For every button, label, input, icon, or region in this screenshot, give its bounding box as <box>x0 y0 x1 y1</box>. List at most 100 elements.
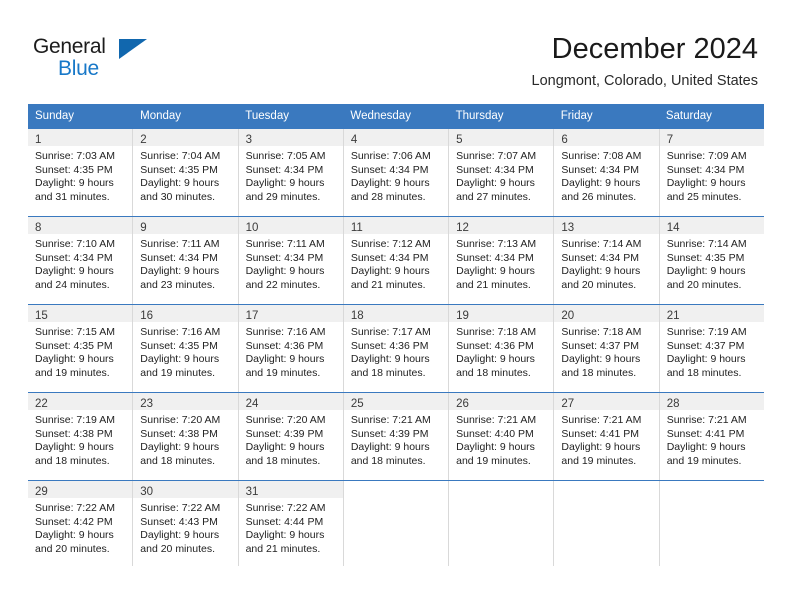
calendar-day-cell[interactable]: 7 Sunrise: 7:09 AM Sunset: 4:34 PM Daylight… <box>659 129 764 216</box>
day-number-band: 24 <box>238 393 343 410</box>
daylight-text-line1: Daylight: 9 hours <box>456 265 535 278</box>
day-info: Sunrise: 7:11 AM Sunset: 4:34 PM Daylight:… <box>239 234 343 292</box>
calendar-day-cell[interactable]: 26 Sunrise: 7:21 AM Sunset: 4:40 PM Dayligh… <box>449 393 555 480</box>
calendar-day-cell[interactable]: 9 Sunrise: 7:11 AM Sunset: 4:34 PM Daylight… <box>133 217 239 304</box>
page-header: General Blue December 2024 Longmont, Col… <box>0 0 792 100</box>
weekday-header-thursday: Thursday <box>455 110 504 122</box>
calendar-day-cell[interactable]: 15 Sunrise: 7:15 AM Sunset: 4:35 PM Dayligh… <box>28 305 134 392</box>
calendar-day-cell[interactable]: 29 Sunrise: 7:22 AM Sunset: 4:42 PM Dayligh… <box>28 481 134 566</box>
day-number: 12 <box>456 222 469 234</box>
calendar-empty-cell <box>554 481 660 566</box>
day-number: 4 <box>350 134 358 146</box>
sunrise-text: Sunrise: 7:06 AM <box>350 150 431 162</box>
calendar-day-cell[interactable]: 10 Sunrise: 7:11 AM Sunset: 4:34 PM Dayligh… <box>238 217 344 304</box>
calendar-day-cell[interactable]: 31 Sunrise: 7:22 AM Sunset: 4:44 PM Dayligh… <box>238 481 344 566</box>
weekday-header-monday: Monday <box>140 110 182 122</box>
daylight-text-line2: and 23 minutes. <box>140 278 215 291</box>
daylight-text-line2: and 18 minutes. <box>666 366 742 379</box>
day-info: Sunrise: 7:12 AM Sunset: 4:34 PM Daylight:… <box>344 234 448 292</box>
calendar-day-cell[interactable]: 18 Sunrise: 7:17 AM Sunset: 4:36 PM Dayligh… <box>343 305 450 392</box>
day-number: 3 <box>245 134 252 146</box>
sunset-text: Sunset: 4:35 PM <box>666 251 745 264</box>
calendar-day-cell[interactable]: 6 Sunrise: 7:08 AM Sunset: 4:34 PM Daylight… <box>554 129 660 216</box>
day-number: 15 <box>35 310 48 322</box>
calendar-day-cell[interactable]: 14 Sunrise: 7:14 AM Sunset: 4:35 PM Dayligh… <box>659 217 764 304</box>
calendar-day-cell[interactable]: 25 Sunrise: 7:21 AM Sunset: 4:39 PM Dayligh… <box>343 393 450 480</box>
daylight-text-line1: Daylight: 9 hours <box>350 441 430 454</box>
weekday-header-tuesday: Tuesday <box>245 110 289 122</box>
sunset-text: Sunset: 4:39 PM <box>350 427 429 440</box>
brand-name-bottom: Blue <box>58 57 99 80</box>
calendar-day-cell[interactable]: 17 Sunrise: 7:16 AM Sunset: 4:36 PM Dayligh… <box>238 305 344 392</box>
day-info: Sunrise: 7:19 AM Sunset: 4:37 PM Daylight:… <box>660 322 764 380</box>
day-info: Sunrise: 7:08 AM Sunset: 4:34 PM Daylight:… <box>554 146 658 204</box>
daylight-text-line1: Daylight: 9 hours <box>666 353 746 366</box>
calendar-day-cell[interactable]: 8 Sunrise: 7:10 AM Sunset: 4:34 PM Daylight… <box>28 217 134 304</box>
sunrise-text: Sunrise: 7:11 AM <box>245 238 325 250</box>
calendar-day-cell[interactable]: 20 Sunrise: 7:18 AM Sunset: 4:37 PM Dayligh… <box>554 305 660 392</box>
day-number: 26 <box>456 398 469 410</box>
calendar-day-cell[interactable]: 22 Sunrise: 7:19 AM Sunset: 4:38 PM Dayligh… <box>28 393 134 480</box>
day-number-band <box>343 481 449 498</box>
calendar-day-cell[interactable]: 1 Sunrise: 7:03 AM Sunset: 4:35 PM Daylight… <box>28 129 134 216</box>
day-number-band: 30 <box>133 481 238 498</box>
daylight-text-line1: Daylight: 9 hours <box>140 353 220 366</box>
daylight-text-line1: Daylight: 9 hours <box>561 265 641 278</box>
day-number: 24 <box>245 398 259 410</box>
sunset-text: Sunset: 4:42 PM <box>35 515 113 528</box>
calendar-day-cell[interactable]: 4 Sunrise: 7:06 AM Sunset: 4:34 PM Daylight… <box>343 129 450 216</box>
day-number-band: 31 <box>238 481 343 498</box>
day-number-band: 5 <box>449 129 554 146</box>
calendar-day-cell[interactable]: 30 Sunrise: 7:22 AM Sunset: 4:43 PM Dayligh… <box>133 481 239 566</box>
sunrise-text: Sunrise: 7:21 AM <box>666 414 747 426</box>
daylight-text-line1: Daylight: 9 hours <box>245 441 325 454</box>
calendar-day-cell[interactable]: 12 Sunrise: 7:13 AM Sunset: 4:34 PM Dayligh… <box>449 217 555 304</box>
daylight-text-line1: Daylight: 9 hours <box>35 529 114 542</box>
day-number-band: 20 <box>554 305 659 322</box>
daylight-text-line1: Daylight: 9 hours <box>140 265 220 278</box>
daylight-text-line2: and 20 minutes. <box>35 542 110 555</box>
calendar-day-cell[interactable]: 11 Sunrise: 7:12 AM Sunset: 4:34 PM Dayligh… <box>343 217 450 304</box>
calendar-day-cell[interactable]: 19 Sunrise: 7:18 AM Sunset: 4:36 PM Dayligh… <box>449 305 555 392</box>
day-number-band: 28 <box>659 393 764 410</box>
sunset-text: Sunset: 4:34 PM <box>561 163 640 176</box>
day-number: 27 <box>561 398 575 410</box>
sunrise-text: Sunrise: 7:19 AM <box>35 414 115 426</box>
day-number-band <box>449 481 554 498</box>
day-info: Sunrise: 7:03 AM Sunset: 4:35 PM Daylight:… <box>28 146 132 204</box>
weekday-header-sunday: Sunday <box>35 110 75 122</box>
calendar-day-cell[interactable]: 21 Sunrise: 7:19 AM Sunset: 4:37 PM Dayligh… <box>659 305 764 392</box>
page-subtitle: Longmont, Colorado, United States <box>531 73 759 89</box>
calendar-day-cell[interactable]: 28 Sunrise: 7:21 AM Sunset: 4:41 PM Dayligh… <box>659 393 764 480</box>
calendar-day-cell[interactable]: 16 Sunrise: 7:16 AM Sunset: 4:35 PM Dayligh… <box>133 305 239 392</box>
daylight-text-line2: and 19 minutes. <box>561 454 637 467</box>
weekday-header-friday: Friday <box>560 110 593 122</box>
calendar-day-cell[interactable]: 2 Sunrise: 7:04 AM Sunset: 4:35 PM Daylight… <box>133 129 239 216</box>
daylight-text-line2: and 30 minutes. <box>140 190 215 203</box>
day-info: Sunrise: 7:17 AM Sunset: 4:36 PM Daylight:… <box>344 322 448 380</box>
calendar-day-cell[interactable]: 3 Sunrise: 7:05 AM Sunset: 4:34 PM Daylight… <box>238 129 344 216</box>
day-info: Sunrise: 7:09 AM Sunset: 4:34 PM Daylight:… <box>660 146 764 204</box>
sunrise-text: Sunrise: 7:22 AM <box>245 502 326 514</box>
brand-logo[interactable]: General Blue <box>33 36 153 82</box>
daylight-text-line2: and 20 minutes. <box>140 542 215 555</box>
day-number: 8 <box>35 222 42 234</box>
calendar-day-cell[interactable]: 5 Sunrise: 7:07 AM Sunset: 4:34 PM Daylight… <box>449 129 555 216</box>
day-info: Sunrise: 7:18 AM Sunset: 4:36 PM Daylight:… <box>449 322 553 380</box>
calendar-day-cell[interactable]: 27 Sunrise: 7:21 AM Sunset: 4:41 PM Dayligh… <box>554 393 660 480</box>
day-number-band: 4 <box>343 129 449 146</box>
calendar-day-cell[interactable]: 13 Sunrise: 7:14 AM Sunset: 4:34 PM Dayligh… <box>554 217 660 304</box>
sunset-text: Sunset: 4:34 PM <box>245 163 324 176</box>
day-info: Sunrise: 7:21 AM Sunset: 4:41 PM Daylight:… <box>554 410 658 468</box>
calendar-day-cell[interactable]: 24 Sunrise: 7:20 AM Sunset: 4:39 PM Dayligh… <box>238 393 344 480</box>
daylight-text-line1: Daylight: 9 hours <box>456 353 535 366</box>
day-number: 31 <box>245 486 259 498</box>
day-number: 29 <box>35 486 48 498</box>
sunrise-text: Sunrise: 7:09 AM <box>666 150 747 162</box>
daylight-text-line2: and 25 minutes. <box>666 190 742 203</box>
day-info: Sunrise: 7:04 AM Sunset: 4:35 PM Daylight:… <box>133 146 237 204</box>
sunrise-text: Sunrise: 7:20 AM <box>245 414 326 426</box>
daylight-text-line2: and 19 minutes. <box>35 366 110 379</box>
calendar-day-cell[interactable]: 23 Sunrise: 7:20 AM Sunset: 4:38 PM Dayligh… <box>133 393 239 480</box>
sunset-text: Sunset: 4:34 PM <box>561 251 640 264</box>
